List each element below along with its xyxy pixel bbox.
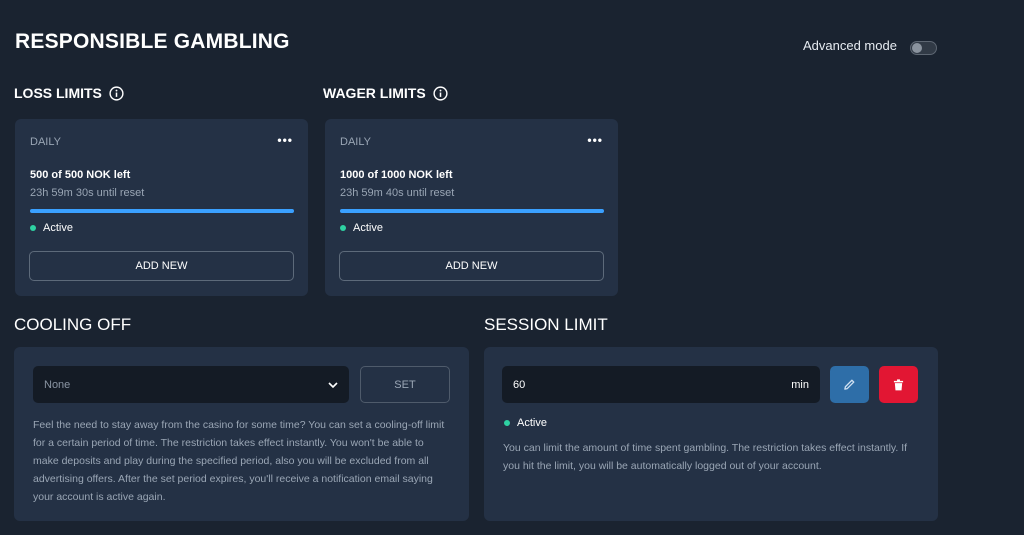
session-limit-input[interactable]: 60 min [502,366,820,403]
set-button[interactable]: SET [360,366,450,403]
progress-fill [340,209,604,213]
loss-limits-header: LOSS LIMITS [14,85,124,101]
cooling-off-description: Feel the need to stay away from the casi… [33,419,445,503]
toggle-knob [912,43,922,53]
wager-limits-title: WAGER LIMITS [323,85,426,101]
select-value: None [44,378,71,391]
trash-icon [893,378,904,390]
cooling-off-panel: None SET Feel the need to stay away from… [14,347,469,521]
limit-progress-bar [30,209,294,213]
card-period: DAILY [30,136,61,148]
more-icon[interactable]: ••• [587,133,603,147]
delete-button[interactable] [879,366,918,403]
advanced-mode[interactable]: Advanced mode [803,38,937,55]
wager-limits-header: WAGER LIMITS [323,85,448,101]
card-amount: 1000 of 1000 NOK left [340,169,453,181]
cooling-off-title: COOLING OFF [14,315,132,334]
loss-limit-card: DAILY ••• 500 of 500 NOK left 23h 59m 30… [15,119,308,296]
advanced-mode-label: Advanced mode [803,38,897,53]
card-reset-timer: 23h 59m 30s until reset [30,187,145,199]
advanced-mode-toggle[interactable] [910,41,937,55]
info-icon[interactable] [109,85,124,101]
active-dot-icon [340,225,346,231]
status-badge: Active [30,222,73,234]
wager-limit-card: DAILY ••• 1000 of 1000 NOK left 23h 59m … [325,119,618,296]
info-icon[interactable] [433,85,448,101]
active-dot-icon [30,225,36,231]
status-text: Active [353,222,383,234]
session-limit-panel: 60 min Active You can limit the amount o… [484,347,938,521]
active-dot-icon [504,420,510,426]
session-unit: min [791,378,809,391]
chevron-down-icon [328,382,338,389]
card-period: DAILY [340,136,371,148]
session-limit-description: You can limit the amount of time spent g… [503,442,908,472]
limit-progress-bar [340,209,604,213]
loss-limits-title: LOSS LIMITS [14,85,102,101]
session-value: 60 [513,378,526,391]
card-reset-timer: 23h 59m 40s until reset [340,187,455,199]
page-title: RESPONSIBLE GAMBLING [15,30,290,53]
card-amount: 500 of 500 NOK left [30,169,131,181]
progress-fill [30,209,294,213]
cooling-off-select[interactable]: None [33,366,349,403]
status-badge: Active [340,222,383,234]
add-new-button[interactable]: ADD NEW [29,251,294,281]
status-text: Active [517,417,547,429]
status-badge: Active [504,417,547,429]
add-new-button[interactable]: ADD NEW [339,251,604,281]
more-icon[interactable]: ••• [277,133,293,147]
status-text: Active [43,222,73,234]
edit-button[interactable] [830,366,869,403]
pencil-icon [844,379,855,390]
session-limit-title: SESSION LIMIT [484,315,608,334]
